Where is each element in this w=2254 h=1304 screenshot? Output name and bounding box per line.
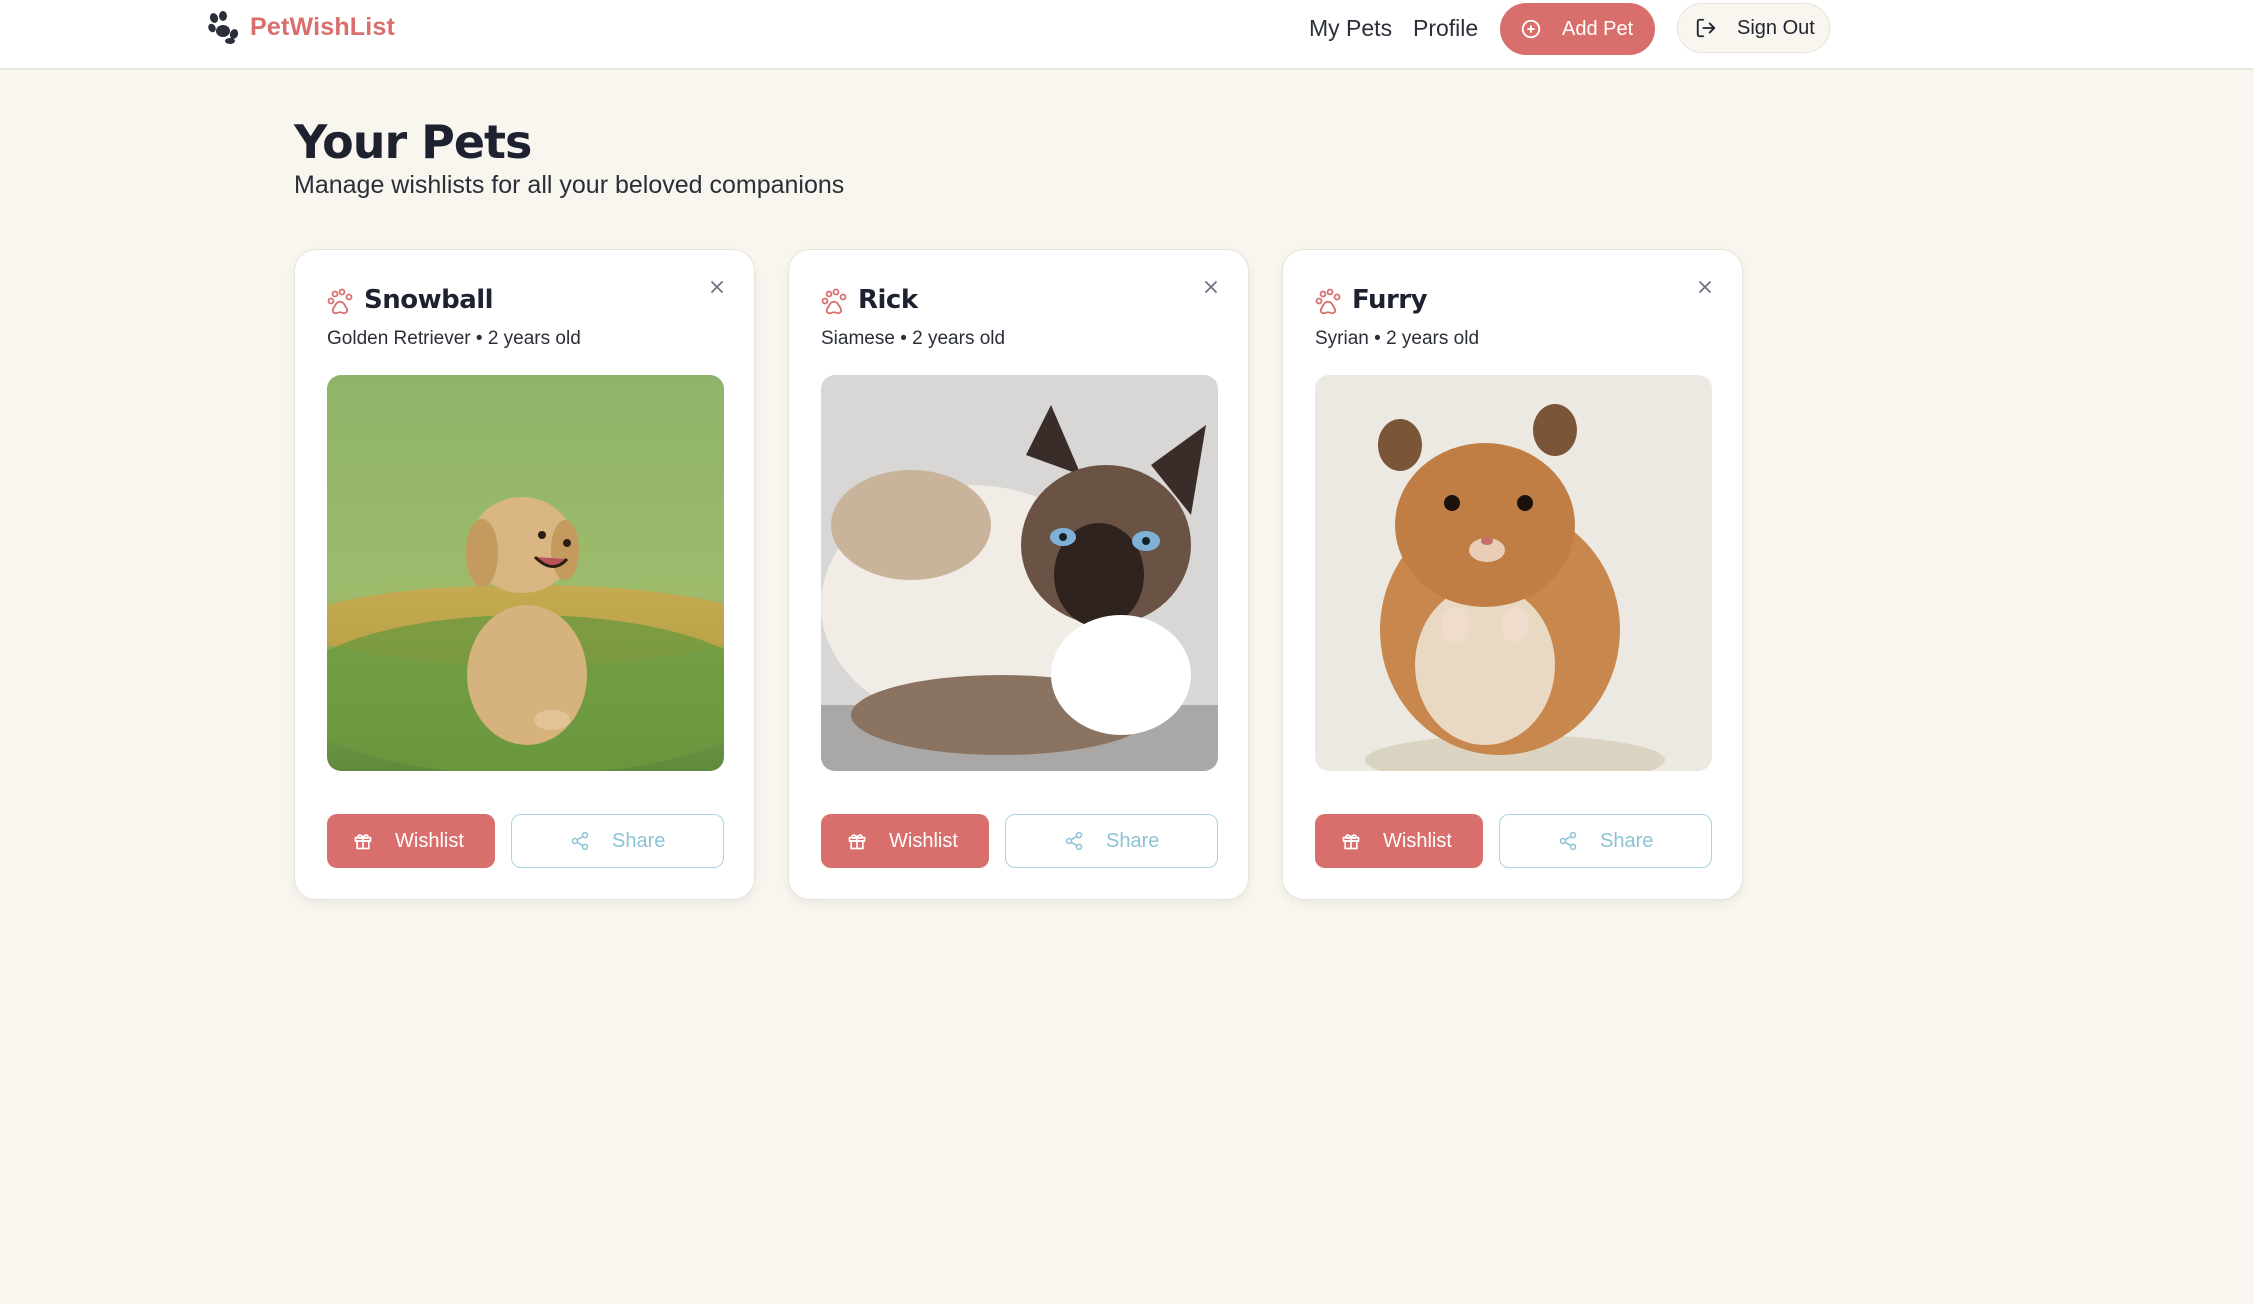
nav-my-pets[interactable]: My Pets <box>1309 15 1392 42</box>
add-pet-label: Add Pet <box>1562 17 1634 40</box>
wishlist-label: Wishlist <box>395 829 464 852</box>
share-label: Share <box>612 829 666 852</box>
nav-profile[interactable]: Profile <box>1413 15 1478 42</box>
pet-photo <box>327 375 724 771</box>
paw-icon <box>208 11 239 44</box>
pet-name: Rick <box>858 285 918 315</box>
gift-icon <box>354 834 372 850</box>
top-navigation-bar: PetWishList My Pets Profile Add Pet Sign… <box>0 0 2254 70</box>
share-label: Share <box>1600 829 1654 852</box>
gift-icon <box>1342 834 1360 850</box>
share-button[interactable]: Share <box>1005 814 1218 868</box>
share-icon <box>1559 831 1577 851</box>
close-icon[interactable] <box>706 276 728 298</box>
pet-photo <box>1315 375 1712 771</box>
paw-icon <box>1315 288 1341 315</box>
wishlist-button[interactable]: Wishlist <box>1315 814 1483 868</box>
pet-meta: Siamese • 2 years old <box>821 328 1006 349</box>
sign-out-icon <box>1696 18 1716 38</box>
sign-out-label: Sign Out <box>1737 16 1815 39</box>
share-button[interactable]: Share <box>511 814 724 868</box>
pet-photo <box>821 375 1218 771</box>
pet-name: Furry <box>1352 285 1428 315</box>
share-button[interactable]: Share <box>1499 814 1712 868</box>
pet-meta: Syrian • 2 years old <box>1315 328 1480 349</box>
sign-out-button[interactable]: Sign Out <box>1677 3 1830 53</box>
share-icon <box>1065 831 1083 851</box>
close-icon[interactable] <box>1200 276 1222 298</box>
add-pet-button[interactable]: Add Pet <box>1500 3 1655 55</box>
close-icon[interactable] <box>1694 276 1716 298</box>
wishlist-label: Wishlist <box>1383 829 1452 852</box>
wishlist-button[interactable]: Wishlist <box>821 814 989 868</box>
share-icon <box>571 831 589 851</box>
share-label: Share <box>1106 829 1160 852</box>
wishlist-button[interactable]: Wishlist <box>327 814 495 868</box>
pet-name: Snowball <box>364 285 494 315</box>
brand-logo[interactable]: PetWishList <box>206 10 395 44</box>
pet-card: Furry Syrian • 2 years old Wishlist Shar… <box>1282 249 1743 900</box>
brand-name: PetWishList <box>250 12 396 41</box>
plus-circle-icon <box>1521 19 1541 39</box>
gift-icon <box>848 834 866 850</box>
paw-icon <box>327 288 353 315</box>
paw-icon <box>821 288 847 315</box>
page-title: Your Pets <box>294 115 532 169</box>
pet-card: Snowball Golden Retriever • 2 years old <box>294 249 755 900</box>
wishlist-label: Wishlist <box>889 829 958 852</box>
pet-meta: Golden Retriever • 2 years old <box>327 328 581 349</box>
pet-card: Rick Siamese • 2 years old Wishlist Shar… <box>788 249 1249 900</box>
page-subtitle: Manage wishlists for all your beloved co… <box>294 171 845 199</box>
